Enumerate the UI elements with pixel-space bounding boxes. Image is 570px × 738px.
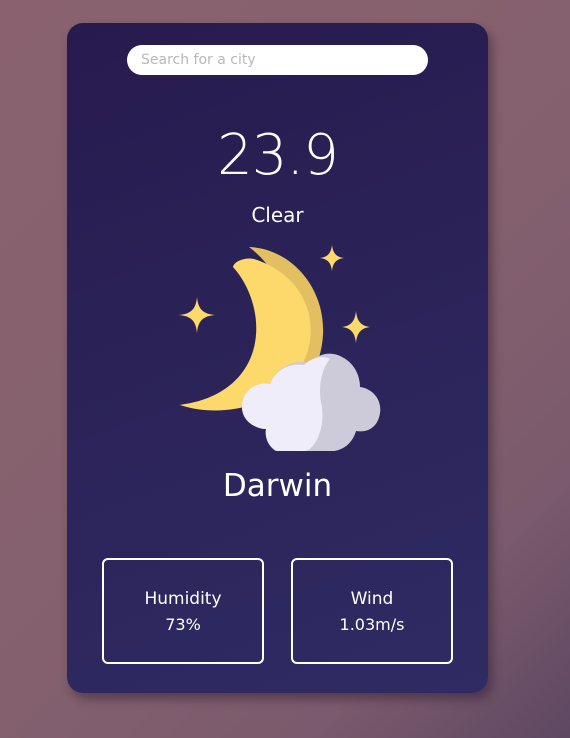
humidity-box: Humidity 73% bbox=[102, 558, 264, 664]
moon-clouds-stars-icon bbox=[179, 245, 381, 451]
temperature-value: 23.9 bbox=[217, 123, 339, 188]
wind-value: 1.03m/s bbox=[339, 614, 405, 634]
city-name: Darwin bbox=[222, 468, 333, 504]
weather-condition: Clear bbox=[251, 203, 304, 227]
wind-label: Wind bbox=[350, 588, 394, 609]
star-icon bbox=[179, 297, 215, 333]
weather-card: 23.9 Clear Darwin Humidity 73% Wind 1.03… bbox=[67, 23, 488, 693]
humidity-value: 73% bbox=[165, 614, 201, 634]
wind-box: Wind 1.03m/s bbox=[291, 558, 453, 664]
search-input[interactable] bbox=[141, 52, 414, 68]
star-icon bbox=[320, 245, 344, 271]
star-icon bbox=[342, 311, 370, 343]
humidity-label: Humidity bbox=[144, 588, 222, 609]
search-bar[interactable] bbox=[127, 45, 428, 75]
